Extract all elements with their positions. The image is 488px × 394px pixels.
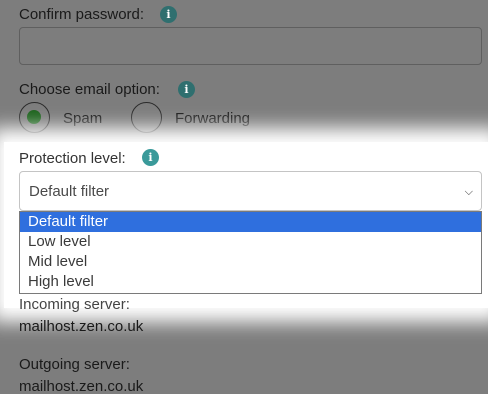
- info-icon[interactable]: i: [178, 81, 195, 98]
- info-icon[interactable]: i: [142, 149, 159, 166]
- chevron-down-icon: ⌵: [464, 186, 473, 198]
- protection-level-dropdown[interactable]: Default filter Low level Mid level High …: [19, 211, 482, 294]
- option-high-level[interactable]: High level: [20, 272, 481, 292]
- spam-radio[interactable]: [19, 102, 50, 133]
- email-option-label: Choose email option:: [19, 81, 160, 98]
- info-icon[interactable]: i: [160, 6, 177, 23]
- confirm-password-label: Confirm password:: [19, 6, 145, 23]
- protection-level-select[interactable]: Default filter ⌵: [19, 171, 482, 211]
- protection-level-label: Protection level:: [19, 150, 126, 167]
- incoming-server-value: mailhost.zen.co.uk: [19, 318, 144, 335]
- option-mid-level[interactable]: Mid level: [20, 252, 481, 272]
- spam-radio-label[interactable]: Spam: [63, 110, 102, 128]
- outgoing-server-label: Outgoing server:: [19, 356, 130, 373]
- incoming-server-label: Incoming server:: [19, 296, 130, 313]
- select-value: Default filter: [29, 183, 110, 200]
- forwarding-radio-label[interactable]: Forwarding: [175, 110, 250, 128]
- option-default-filter[interactable]: Default filter: [20, 212, 481, 232]
- outgoing-server-value: mailhost.zen.co.uk: [19, 378, 144, 394]
- radio-selected-dot: [27, 110, 41, 124]
- option-low-level[interactable]: Low level: [20, 232, 481, 252]
- confirm-password-input[interactable]: [19, 27, 482, 65]
- forwarding-radio[interactable]: [131, 102, 162, 133]
